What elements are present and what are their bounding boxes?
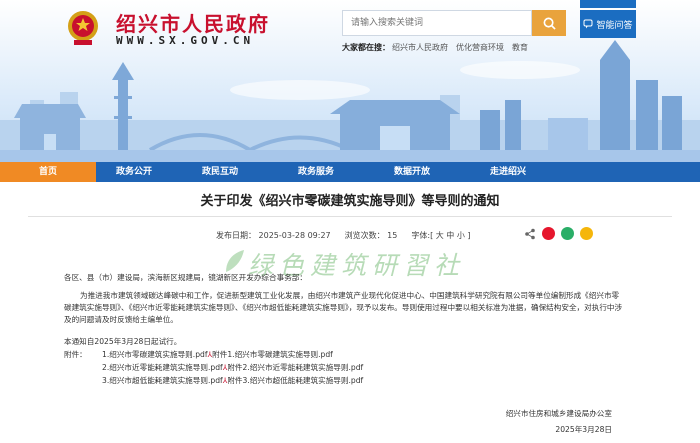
search-icon xyxy=(543,17,556,30)
search-button[interactable] xyxy=(532,10,566,36)
smart-qa-label: 智能问答 xyxy=(596,20,633,31)
title-divider xyxy=(28,216,672,217)
site-title[interactable]: 绍兴市人民政府 xyxy=(116,8,270,37)
nav-item-interaction[interactable]: 政民互动 xyxy=(172,162,268,182)
nav-item-gov-affairs[interactable]: 政务公开 xyxy=(96,162,172,182)
share-icon[interactable] xyxy=(524,228,536,240)
hot-link[interactable]: 优化营商环境 xyxy=(456,42,504,53)
attachment-row: 3.绍兴市超低能耗建筑实施导则.pdf ⅄ 附件3.绍兴市超低能耗建筑实施导则.… xyxy=(64,374,624,387)
attachments-label: 附件： xyxy=(64,350,87,359)
attachment-link[interactable]: 附件3.绍兴市超低能耗建筑实施导则.pdf xyxy=(227,374,363,387)
view-count: 浏览次数： 15 xyxy=(344,231,398,240)
header-banner: 绍兴市人民政府 WWW.SX.GOV.CN 智能问答 大家都在搜： 绍兴市人民政… xyxy=(0,0,700,162)
article-meta: 发布日期： 2025-03-28 09:27 浏览次数： 15 字体:[ 大 中… xyxy=(216,230,470,241)
site-url: WWW.SX.GOV.CN xyxy=(116,34,255,47)
attachment-link[interactable]: 附件1.绍兴市零碳建筑实施导则.pdf xyxy=(212,348,333,361)
publish-time: 发布日期： 2025-03-28 09:27 xyxy=(216,231,331,240)
nav-item-services[interactable]: 政务服务 xyxy=(268,162,364,182)
attachment-link[interactable]: 附件2.绍兴市近零能耗建筑实施导则.pdf xyxy=(227,361,363,374)
effective-date-note: 本通知自2025年3月28日起试行。 xyxy=(64,337,182,346)
attachment-title: 2.绍兴市近零能耗建筑实施导则.pdf xyxy=(102,363,223,372)
wechat-icon[interactable] xyxy=(561,227,574,240)
qzone-icon[interactable] xyxy=(580,227,593,240)
hot-search-label: 大家都在搜： xyxy=(342,43,390,52)
greeting-line: 各区、县（市）建设局，滨海新区规建局，镜湖新区开发办综合事务部： xyxy=(64,273,307,282)
signing-organization: 绍兴市住房和城乡建设局办公室 xyxy=(505,409,612,418)
watermark-leaf-icon xyxy=(226,250,244,272)
search-input[interactable] xyxy=(342,10,532,36)
weibo-icon[interactable] xyxy=(542,227,555,240)
article-title: 关于印发《绍兴市零碳建筑实施导则》等导则的通知 xyxy=(200,194,500,209)
main-paragraph: 为推进我市建筑领域碳达峰碳中和工作，促进新型建筑工业化发展，由绍兴市建筑产业现代… xyxy=(64,291,623,324)
share-bar xyxy=(524,227,593,240)
nav-item-about-shaoxing[interactable]: 走进绍兴 xyxy=(460,162,556,182)
smart-qa-button[interactable]: 智能问答 xyxy=(580,10,636,38)
signing-date: 2025年3月28日 xyxy=(555,425,612,434)
hot-link[interactable]: 教育 xyxy=(512,42,528,53)
attachment-row: 附件： 1.绍兴市零碳建筑实施导则.pdf ⅄ 附件1.绍兴市零碳建筑实施导则.… xyxy=(64,348,624,361)
access-tab-top xyxy=(580,0,636,8)
main-nav: 首页 政务公开 政民互动 政务服务 数据开放 走进绍兴 xyxy=(0,162,700,182)
speech-bubble-icon xyxy=(583,19,593,29)
attachment-row: 2.绍兴市近零能耗建筑实施导则.pdf ⅄ 附件2.绍兴市近零能耗建筑实施导则.… xyxy=(64,361,624,374)
font-size-switcher[interactable]: 字体:[ 大 中 小 ] xyxy=(411,230,470,241)
attachments-list: 附件： 1.绍兴市零碳建筑实施导则.pdf ⅄ 附件1.绍兴市零碳建筑实施导则.… xyxy=(64,348,624,387)
attachment-title: 3.绍兴市超低能耗建筑实施导则.pdf xyxy=(102,376,223,385)
attachment-title: 1.绍兴市零碳建筑实施导则.pdf xyxy=(102,350,208,359)
national-emblem-icon xyxy=(68,11,98,45)
hot-search-links: 绍兴市人民政府 优化营商环境 教育 xyxy=(392,42,528,53)
nav-item-home[interactable]: 首页 xyxy=(0,162,96,182)
nav-item-open-data[interactable]: 数据开放 xyxy=(364,162,460,182)
hot-link[interactable]: 绍兴市人民政府 xyxy=(392,42,448,53)
